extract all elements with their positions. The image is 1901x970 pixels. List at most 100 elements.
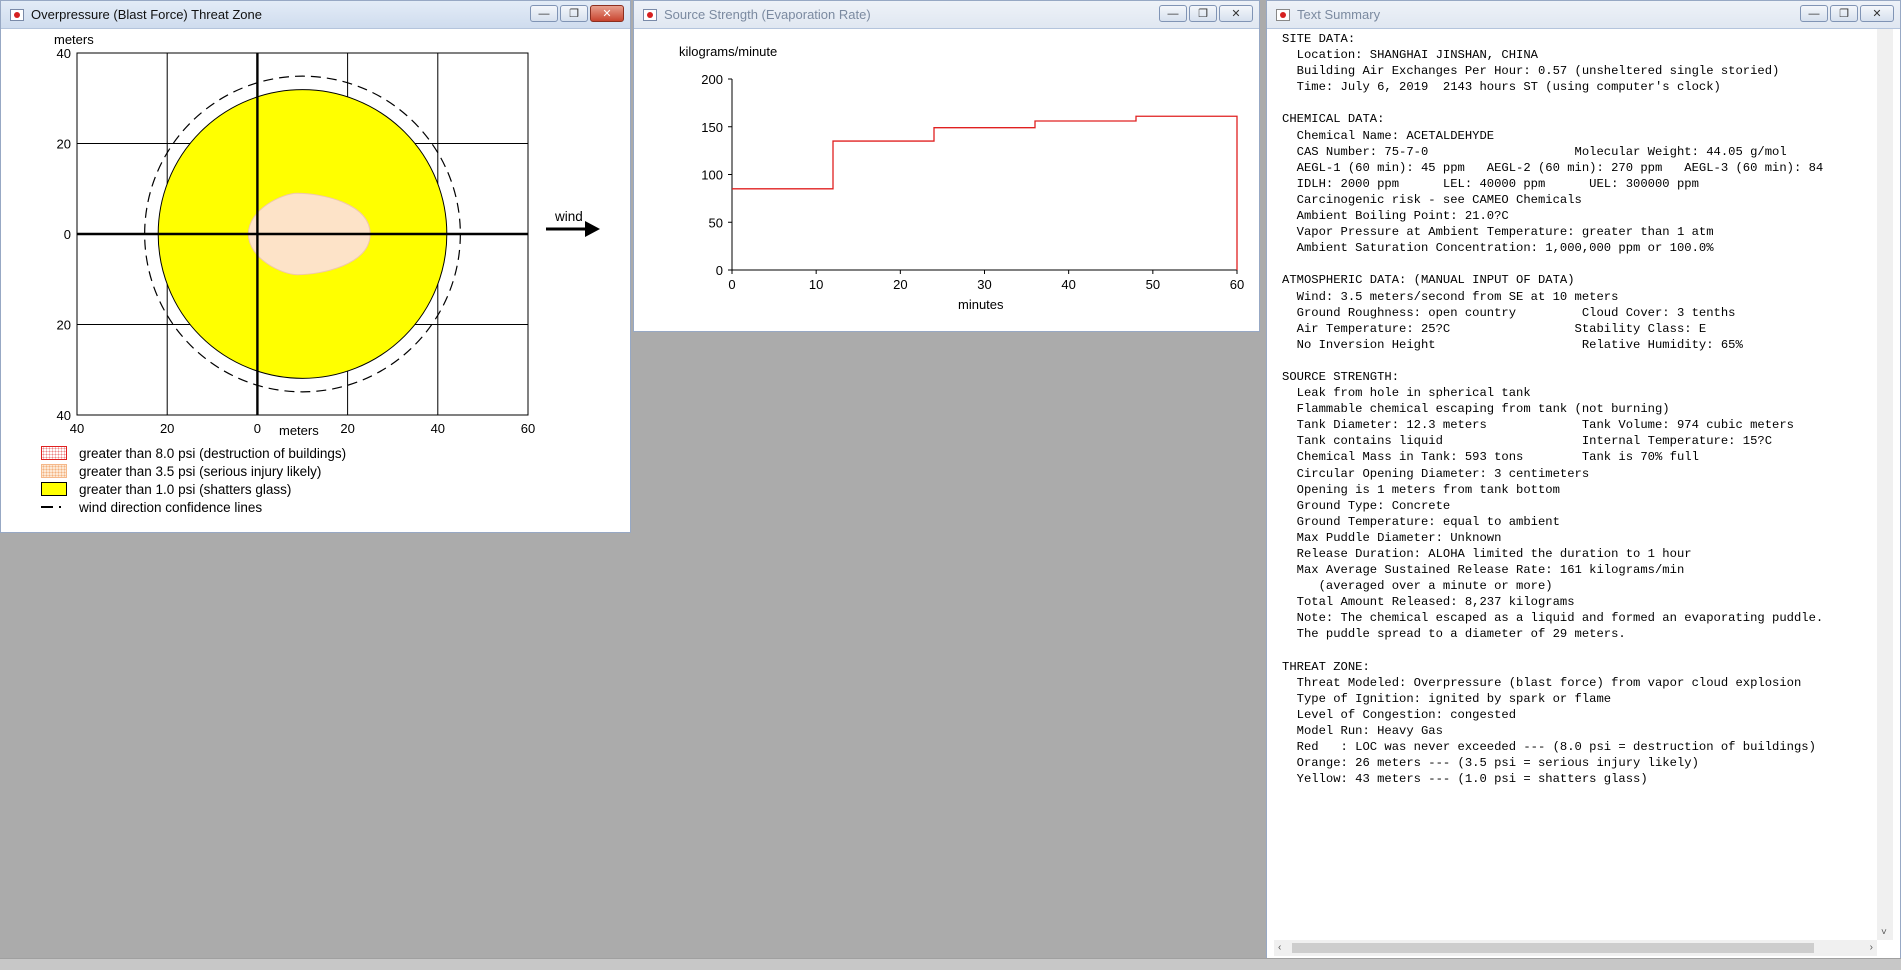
x-tick-label: 0 <box>254 421 261 436</box>
summary-line: IDLH: 2000 ppm LEL: 40000 ppm UEL: 30000… <box>1282 176 1699 191</box>
summary-line: Ground Roughness: open country Cloud Cov… <box>1282 305 1736 320</box>
y-tick-label: 40 <box>57 46 71 61</box>
close-button[interactable]: ✕ <box>1860 5 1894 22</box>
summary-line: Model Run: Heavy Gas <box>1282 724 1443 739</box>
legend-item-orange: greater than 3.5 psi (serious injury lik… <box>41 462 346 480</box>
summary-line: Red : LOC was never exceeded --- (8.0 ps… <box>1282 740 1816 755</box>
y-tick-labels: 402002040 <box>57 46 71 423</box>
legend-item-red: greater than 8.0 psi (destruction of bui… <box>41 444 346 462</box>
taskbar <box>0 958 1901 970</box>
x-axis-label: minutes <box>958 297 1004 312</box>
summary-line: Time: July 6, 2019 2143 hours ST (using … <box>1282 80 1721 95</box>
summary-line: Orange: 26 meters --- (3.5 psi = serious… <box>1282 756 1699 771</box>
summary-line <box>1282 643 1878 659</box>
summary-line: Tank Diameter: 12.3 meters Tank Volume: … <box>1282 418 1794 433</box>
summary-line: Chemical Name: ACETALDEHYDE <box>1282 128 1495 143</box>
x-tick-label: 10 <box>809 277 823 292</box>
summary-line <box>1282 95 1878 111</box>
source-strength-chart: kilograms/minute 0 50 100 150 200 0 10 20 30 40 5… <box>679 44 1244 312</box>
restore-icon: ❐ <box>1839 8 1849 20</box>
summary-line: Opening is 1 meters from tank bottom <box>1282 482 1560 497</box>
legend-label: greater than 8.0 psi (destruction of bui… <box>79 445 347 461</box>
axes <box>731 79 1237 271</box>
close-icon: ✕ <box>1872 8 1882 20</box>
vertical-scrollbar[interactable]: ˅ <box>1877 29 1893 940</box>
x-tick-label: 30 <box>977 277 991 292</box>
summary-line: CHEMICAL DATA: <box>1282 112 1385 127</box>
minimize-icon: — <box>1808 7 1820 20</box>
red-dotted-swatch <box>41 446 67 460</box>
legend-item-yellow: greater than 1.0 psi (shatters glass) <box>41 480 346 498</box>
minimize-button[interactable]: — <box>1800 5 1828 22</box>
legend-item-confidence: wind direction confidence lines <box>41 498 346 516</box>
x-tick-label: 0 <box>728 277 735 292</box>
yellow-swatch <box>41 482 67 496</box>
horizontal-scrollbar[interactable]: ‹ › <box>1274 940 1877 956</box>
source-strength-window[interactable]: Source Strength (Evaporation Rate) — ❐ ✕… <box>633 0 1260 332</box>
text-summary-window[interactable]: Text Summary — ❐ ✕ SITE DATA: Location: … <box>1266 0 1901 965</box>
y-axis-unit: meters <box>54 32 94 47</box>
y-tick-label: 0 <box>716 263 723 278</box>
legend-label: wind direction confidence lines <box>79 499 263 515</box>
summary-line: Circular Opening Diameter: 3 centimeters <box>1282 466 1590 481</box>
summary-line <box>1282 256 1878 272</box>
summary-line: Ambient Saturation Concentration: 1,000,… <box>1282 241 1714 256</box>
summary-line: Yellow: 43 meters --- (1.0 psi = shatter… <box>1282 772 1648 787</box>
legend-label: greater than 1.0 psi (shatters glass) <box>79 481 292 497</box>
x-tick-label: 60 <box>1230 277 1244 292</box>
legend-label: greater than 3.5 psi (serious injury lik… <box>79 463 322 479</box>
y-axis-label: kilograms/minute <box>679 44 777 59</box>
summary-line: Max Puddle Diameter: Unknown <box>1282 530 1502 545</box>
x-tick-labels: 0 10 20 30 40 50 60 <box>728 270 1244 292</box>
scroll-right-icon[interactable]: › <box>1870 942 1873 953</box>
y-tick-label: 50 <box>709 215 723 230</box>
summary-line: Note: The chemical escaped as a liquid a… <box>1282 611 1824 626</box>
summary-line: Chemical Mass in Tank: 593 tons Tank is … <box>1282 450 1699 465</box>
summary-line: (averaged over a minute or more) <box>1282 579 1553 594</box>
x-tick-label: 60 <box>521 421 535 436</box>
y-tick-label: 200 <box>701 72 723 87</box>
restore-button[interactable]: ❐ <box>1830 5 1858 22</box>
dash-line-swatch <box>41 506 67 508</box>
orange-dotted-swatch <box>41 464 67 478</box>
y-tick-labels: 0 50 100 150 200 <box>701 72 732 278</box>
summary-line: Release Duration: ALOHA limited the dura… <box>1282 547 1692 561</box>
scroll-left-icon[interactable]: ‹ <box>1278 942 1281 953</box>
x-tick-label: 40 <box>70 421 84 436</box>
summary-line: SITE DATA: <box>1282 32 1356 46</box>
summary-line: Ground Type: Concrete <box>1282 498 1451 513</box>
summary-line: Threat Modeled: Overpressure (blast forc… <box>1282 675 1802 690</box>
summary-line: Building Air Exchanges Per Hour: 0.57 (u… <box>1282 64 1780 79</box>
scroll-down-icon[interactable]: ˅ <box>1881 927 1887 938</box>
summary-line: Vapor Pressure at Ambient Temperature: g… <box>1282 225 1714 240</box>
summary-line: AEGL-1 (60 min): 45 ppm AEGL-2 (60 min):… <box>1282 160 1824 175</box>
summary-line: Carcinogenic risk - see CAMEO Chemicals <box>1282 192 1582 207</box>
horizontal-scroll-thumb[interactable] <box>1292 943 1814 953</box>
summary-text[interactable]: SITE DATA: Location: SHANGHAI JINSHAN, C… <box>1274 29 1878 940</box>
summary-line: SOURCE STRENGTH: <box>1282 369 1400 384</box>
summary-line: Ambient Boiling Point: 21.0?C <box>1282 209 1509 224</box>
summary-line: Flammable chemical escaping from tank (n… <box>1282 402 1670 417</box>
summary-line: Location: SHANGHAI JINSHAN, CHINA <box>1282 48 1538 63</box>
summary-line: The puddle spread to a diameter of 29 me… <box>1282 627 1626 642</box>
legend: greater than 8.0 psi (destruction of bui… <box>41 444 346 516</box>
summary-line: No Inversion Height Relative Humidity: 6… <box>1282 337 1743 352</box>
y-tick-label: 150 <box>701 120 723 135</box>
text-summary-titlebar[interactable]: Text Summary — ❐ ✕ <box>1267 1 1900 29</box>
x-axis-unit: meters <box>279 423 319 438</box>
x-tick-label: 40 <box>431 421 445 436</box>
threat-zone-window[interactable]: Overpressure (Blast Force) Threat Zone —… <box>0 0 631 533</box>
document-icon <box>1276 8 1290 21</box>
summary-line: Type of Ignition: ignited by spark or fl… <box>1282 691 1612 706</box>
release-rate-line <box>732 115 1238 270</box>
summary-line: CAS Number: 75-7-0 Molecular Weight: 44.… <box>1282 144 1787 159</box>
x-tick-label: 50 <box>1146 277 1160 292</box>
summary-line: Leak from hole in spherical tank <box>1282 386 1531 401</box>
summary-line: Air Temperature: 25?C Stability Class: E <box>1282 321 1707 336</box>
summary-line <box>1282 353 1878 369</box>
summary-line: Tank contains liquid Internal Temperatur… <box>1282 434 1773 449</box>
summary-line: ATMOSPHERIC DATA: (MANUAL INPUT OF DATA) <box>1282 273 1575 288</box>
summary-line: Total Amount Released: 8,237 kilograms <box>1282 595 1575 610</box>
summary-line: Ground Temperature: equal to ambient <box>1282 514 1560 529</box>
x-tick-label: 40 <box>1061 277 1075 292</box>
